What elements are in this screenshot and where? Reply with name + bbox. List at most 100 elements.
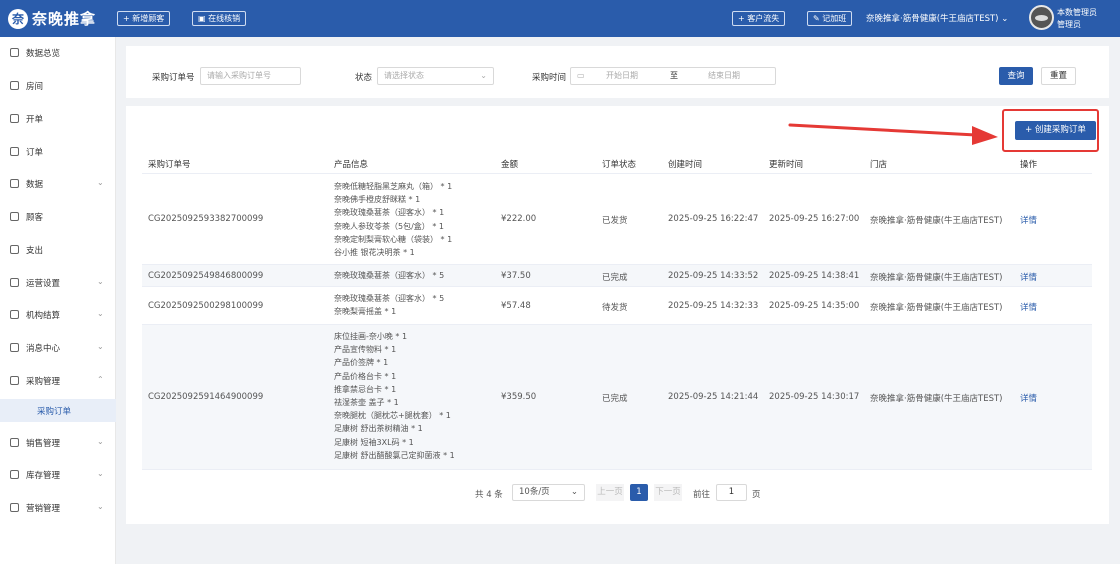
product-line: 奈晚腿枕（腿枕芯+腿枕套） * 1 <box>334 411 451 421</box>
app-logo[interactable]: 奈 奈晚推拿 <box>8 8 96 29</box>
cart-icon <box>10 376 19 385</box>
order-status: 已完成 <box>602 273 628 283</box>
column-header: 更新时间 <box>769 160 804 170</box>
detail-link[interactable]: 详情 <box>1020 392 1037 404</box>
chevron-down-icon: ⌄ <box>97 178 104 187</box>
product-line: 奈晚玫瑰桑葚茶（迎客水） * 5 <box>334 294 445 303</box>
sidebar-item-label: 库存管理 <box>26 471 61 481</box>
table-row: CG2025092593382700099 奈晚低糖轻脂黑芝麻丸（箱） * 1 … <box>142 175 1092 265</box>
sidebar-item-overview[interactable]: 数据总览 <box>0 41 116 65</box>
chevron-down-icon: ⌄ <box>97 437 104 446</box>
detail-link[interactable]: 详情 <box>1020 214 1037 226</box>
online-writeoff-label: 在线核销 <box>208 14 241 23</box>
date-range-picker[interactable]: ▭ 开始日期 至 结束日期 <box>570 67 776 85</box>
chevron-up-icon: ⌃ <box>97 375 104 384</box>
annotation-arrow <box>788 123 998 145</box>
sidebar-item-label: 数据总览 <box>26 49 61 59</box>
order-no: CG2025092500298100099 <box>148 301 264 311</box>
user-info[interactable]: 本数管理员 管理员 <box>1057 7 1097 31</box>
sidebar-item-settlement[interactable]: 机构结算 ⌄ <box>0 303 116 327</box>
prev-page-button[interactable]: 上一页 <box>596 484 624 501</box>
query-button[interactable]: 查询 <box>999 67 1033 85</box>
sales-icon <box>10 438 19 447</box>
edit-icon: ✎ <box>813 14 823 23</box>
column-header: 订单状态 <box>602 160 637 170</box>
chevron-down-icon: ⌄ <box>97 469 104 478</box>
sidebar-item-inventory[interactable]: 库存管理 ⌄ <box>0 463 116 487</box>
store-name: 奈晚推拿·筋骨健康(牛王庙店TEST) <box>870 273 1003 283</box>
box-icon <box>10 470 19 479</box>
order-status: 待发货 <box>602 303 628 313</box>
created-time: 2025-09-25 14:21:44 <box>668 392 759 402</box>
sidebar-item-label: 顾客 <box>26 213 44 223</box>
page-size-select[interactable]: 10条/页 ⌄ <box>512 484 585 501</box>
status-select-placeholder: 请选择状态 <box>384 71 424 80</box>
logo-text: 奈晚推拿 <box>32 10 97 28</box>
product-line: 足康树 舒出茶树精油 * 1 <box>334 424 423 434</box>
monitor-icon <box>10 48 19 57</box>
new-guest-button[interactable]: + 新增顾客 <box>117 11 171 26</box>
sidebar-item-orders[interactable]: 订单 <box>0 140 116 164</box>
sidebar-item-data[interactable]: 数据 ⌄ <box>0 172 116 196</box>
top-bar: 奈 奈晚推拿 + 新增顾客 ▣ 在线核销 + 客户流失 ✎ 记加班 奈晚推拿·筋… <box>0 0 1120 37</box>
page-number-current[interactable]: 1 <box>630 484 648 501</box>
purchase-order-panel: + 创建采购订单 采购订单号 产品信息 金额 订单状态 创建时间 更新时间 门店… <box>126 106 1109 524</box>
sidebar-item-messages[interactable]: 消息中心 ⌄ <box>0 336 116 360</box>
sidebar-item-sales[interactable]: 销售管理 ⌄ <box>0 431 116 455</box>
store-selector[interactable]: 奈晚推拿·筋骨健康(牛王庙店TEST) ⌄ <box>866 12 1008 24</box>
sidebar-item-rooms[interactable]: 房间 <box>0 74 116 98</box>
page-size-value: 10条/页 <box>519 487 550 497</box>
product-list: 奈晚玫瑰桑葚茶（迎客水） * 5 奈晚梨膏摇盖 * 1 <box>334 292 444 318</box>
sidebar-item-expenses[interactable]: 支出 <box>0 238 116 262</box>
start-date-input[interactable]: 开始日期 <box>606 68 638 84</box>
sidebar-item-marketing[interactable]: 营销管理 ⌄ <box>0 496 116 520</box>
updated-time: 2025-09-25 16:27:00 <box>769 214 860 224</box>
store-name: 奈晚推拿·筋骨健康(牛王庙店TEST) <box>870 394 1003 404</box>
reset-button[interactable]: 重置 <box>1041 67 1076 85</box>
sidebar-subitem-purchase-orders[interactable]: 采购订单 <box>0 399 116 422</box>
record-add-button[interactable]: ✎ 记加班 <box>807 11 853 26</box>
qrcode-icon: ▣ <box>198 14 209 23</box>
sidebar-item-customers[interactable]: 顾客 <box>0 205 116 229</box>
product-line: 产品价格台卡 * 1 <box>334 371 397 381</box>
settings-icon <box>10 278 19 287</box>
product-line: 奈晚定制梨膏软心糖（袋装） * 1 <box>334 234 453 244</box>
filter-panel: 采购订单号 请输入采购订单号 状态 请选择状态 ⌄ 采购时间 ▭ 开始日期 至 … <box>126 46 1109 98</box>
sidebar-item-operations[interactable]: 运营设置 ⌄ <box>0 271 116 295</box>
goto-label: 前往 <box>693 490 711 500</box>
product-list: 奈晚低糖轻脂黑芝麻丸（箱） * 1 奈晚佛手橙皮舒眯糕 * 1 奈晚玫瑰桑葚茶（… <box>334 180 452 259</box>
product-line: 奈晚玫瑰桑葚茶（迎客水） * 5 <box>334 271 445 280</box>
sidebar-item-open-order[interactable]: 开单 <box>0 107 116 131</box>
detail-link[interactable]: 详情 <box>1020 271 1037 283</box>
created-time: 2025-09-25 16:22:47 <box>668 214 759 224</box>
product-line: 推拿禁忌台卡 * 1 <box>334 384 397 394</box>
end-date-input[interactable]: 结束日期 <box>708 68 740 84</box>
column-header: 采购订单号 <box>148 160 191 170</box>
column-header: 创建时间 <box>668 160 703 170</box>
avatar[interactable] <box>1029 5 1054 30</box>
created-time: 2025-09-25 14:33:52 <box>668 271 759 281</box>
goto-page-input[interactable]: 1 <box>716 484 747 501</box>
user-icon <box>10 212 19 221</box>
chevron-down-icon: ⌄ <box>97 277 104 286</box>
customer-churn-button[interactable]: + 客户流失 <box>732 11 786 26</box>
sidebar-item-label: 开单 <box>26 115 44 125</box>
online-writeoff-button[interactable]: ▣ 在线核销 <box>192 11 247 26</box>
chevron-down-icon: ⌄ <box>97 342 104 351</box>
product-line: 奈晚玫瑰桑葚茶（迎客水） * 1 <box>334 208 445 218</box>
order-no: CG2025092549846800099 <box>148 271 264 281</box>
sidebar-subitem-label: 采购订单 <box>37 407 72 417</box>
status-select[interactable]: 请选择状态 ⌄ <box>377 67 494 85</box>
next-page-button[interactable]: 下一页 <box>654 484 682 501</box>
product-line: 床位挂画-奈小晚 * 1 <box>334 332 408 341</box>
order-no: CG2025092593382700099 <box>148 214 264 224</box>
detail-link[interactable]: 详情 <box>1020 301 1037 313</box>
amount: ¥222.00 <box>501 214 537 224</box>
record-add-label: 记加班 <box>822 14 847 23</box>
create-purchase-order-button[interactable]: + 创建采购订单 <box>1015 121 1096 140</box>
product-line: 奈晚低糖轻脂黑芝麻丸（箱） * 1 <box>334 182 453 191</box>
order-no-input[interactable]: 请输入采购订单号 <box>200 67 301 85</box>
chevron-down-icon: ⌄ <box>97 309 104 318</box>
document-icon <box>10 114 19 123</box>
sidebar-item-purchasing[interactable]: 采购管理 ⌃ <box>0 369 116 393</box>
